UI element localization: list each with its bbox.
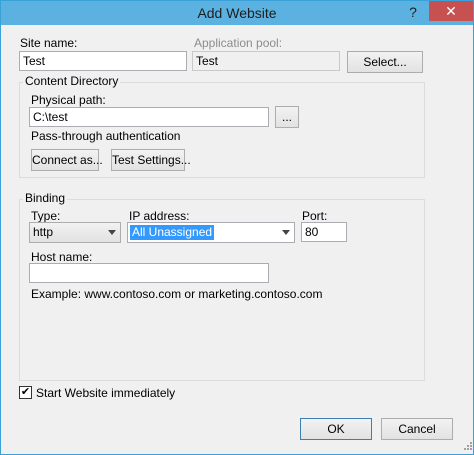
test-settings-button[interactable]: Test Settings... xyxy=(111,149,191,171)
physical-path-input[interactable]: C:\test xyxy=(29,107,269,127)
binding-type-value: http xyxy=(33,225,54,239)
ip-address-label: IP address: xyxy=(129,209,190,223)
close-icon: ✕ xyxy=(445,3,457,19)
site-name-input[interactable]: Test xyxy=(19,51,187,71)
help-button[interactable]: ? xyxy=(401,3,425,21)
start-immediately-label[interactable]: Start Website immediately xyxy=(36,386,175,400)
host-name-label: Host name: xyxy=(31,250,93,264)
resize-grip-icon[interactable] xyxy=(461,441,473,453)
browse-path-button[interactable]: ... xyxy=(275,106,299,128)
port-input[interactable]: 80 xyxy=(301,222,347,242)
connect-as-button[interactable]: Connect as... xyxy=(31,149,103,171)
host-name-input[interactable] xyxy=(29,263,269,283)
chevron-down-icon xyxy=(282,230,290,235)
start-immediately-checkbox[interactable]: ✔ xyxy=(19,386,32,399)
ip-address-select[interactable]: All Unassigned xyxy=(127,222,295,243)
add-website-dialog: Add Website ? ✕ Site name: Test Applicat… xyxy=(0,0,474,455)
passthrough-auth-label: Pass-through authentication xyxy=(31,129,181,143)
binding-type-label: Type: xyxy=(31,209,61,223)
question-mark-icon: ? xyxy=(409,4,417,20)
content-directory-group-label: Content Directory xyxy=(23,74,121,88)
site-name-label: Site name: xyxy=(20,36,78,50)
binding-type-select[interactable]: http xyxy=(29,222,121,243)
app-pool-field: Test xyxy=(192,51,340,71)
ok-button[interactable]: OK xyxy=(300,418,372,440)
chevron-down-icon xyxy=(108,230,116,235)
close-button[interactable]: ✕ xyxy=(429,1,473,21)
checkmark-icon: ✔ xyxy=(20,386,31,398)
select-app-pool-button[interactable]: Select... xyxy=(347,51,423,73)
physical-path-label: Physical path: xyxy=(31,93,106,107)
app-pool-label: Application pool: xyxy=(194,36,283,50)
port-label: Port: xyxy=(302,209,328,223)
binding-group-label: Binding xyxy=(23,191,68,205)
title-bar: Add Website ? ✕ xyxy=(1,1,473,25)
ip-address-value: All Unassigned xyxy=(130,225,215,240)
host-name-example: Example: www.contoso.com or marketing.co… xyxy=(31,287,323,301)
cancel-button[interactable]: Cancel xyxy=(381,418,453,440)
